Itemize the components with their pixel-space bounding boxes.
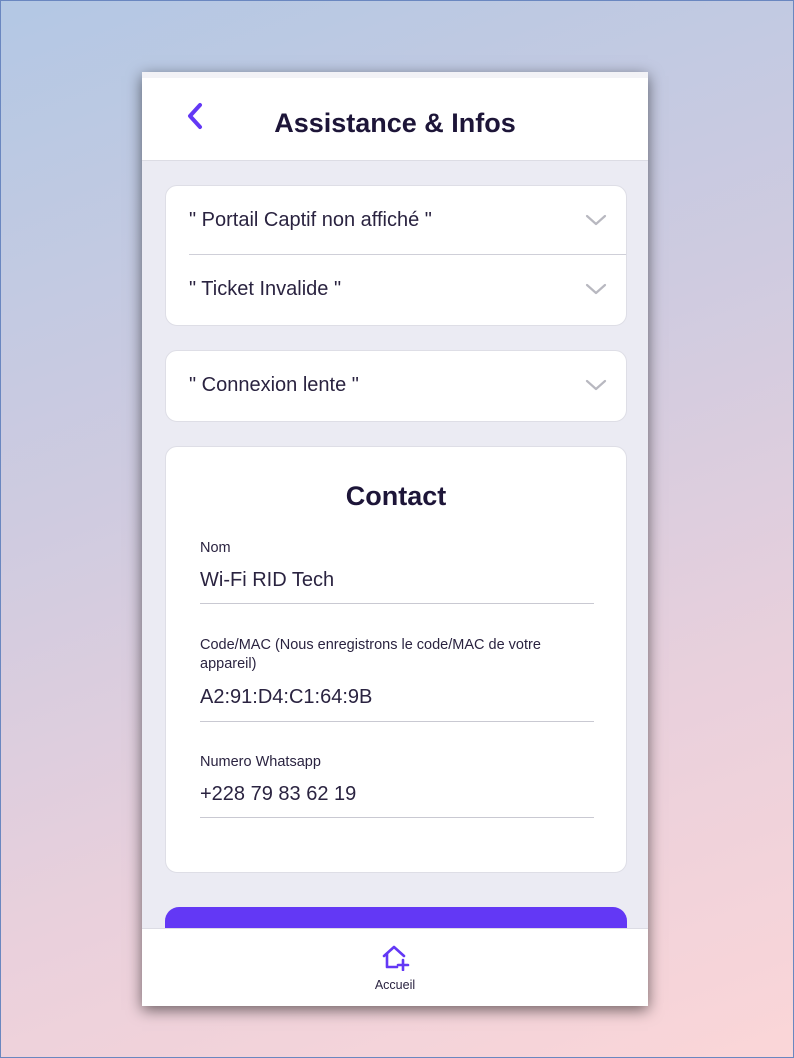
faq-item-connexion-lente[interactable]: " Connexion lente " [166, 351, 626, 420]
contact-title: Contact [345, 481, 447, 511]
bottom-nav: Accueil [142, 928, 648, 1006]
chevron-down-icon [585, 283, 607, 295]
faq-item-label: " Portail Captif non affiché " [189, 209, 432, 231]
faq-card-2: " Connexion lente " [165, 350, 627, 422]
phone-screen: Assistance & Infos " Portail Captif non … [142, 72, 648, 1006]
whatsapp-field-group: Numero Whatsapp [200, 753, 594, 818]
name-input[interactable] [200, 558, 594, 604]
app-header: Assistance & Infos [142, 72, 648, 161]
code-field-group: Code/MAC (Nous enregistrons le code/MAC … [200, 636, 594, 722]
chevron-down-icon [585, 214, 607, 226]
home-plus-icon [382, 945, 410, 972]
code-mac-label: Code/MAC (Nous enregistrons le code/MAC … [200, 637, 541, 672]
code-mac-input[interactable] [200, 674, 594, 722]
nav-home[interactable]: Accueil [365, 943, 425, 999]
name-label: Nom [200, 540, 231, 556]
faq-item-ticket-invalide[interactable]: " Ticket Invalide " [166, 255, 626, 324]
chevron-down-icon [585, 379, 607, 391]
faq-item-label: " Connexion lente " [189, 374, 359, 396]
name-field-group: Nom [200, 539, 594, 604]
contact-card: Contact Nom Code/MAC (Nous enregistrons … [165, 446, 627, 873]
faq-item-label: " Ticket Invalide " [189, 278, 342, 300]
nav-home-label: Accueil [374, 978, 416, 992]
faq-card-1: " Portail Captif non affiché " " Ticket … [165, 185, 627, 326]
whatsapp-label: Numero Whatsapp [200, 754, 321, 770]
whatsapp-input[interactable] [200, 772, 594, 818]
page-title: Assistance & Infos [274, 108, 516, 138]
faq-item-portail-captif[interactable]: " Portail Captif non affiché " [166, 186, 626, 255]
